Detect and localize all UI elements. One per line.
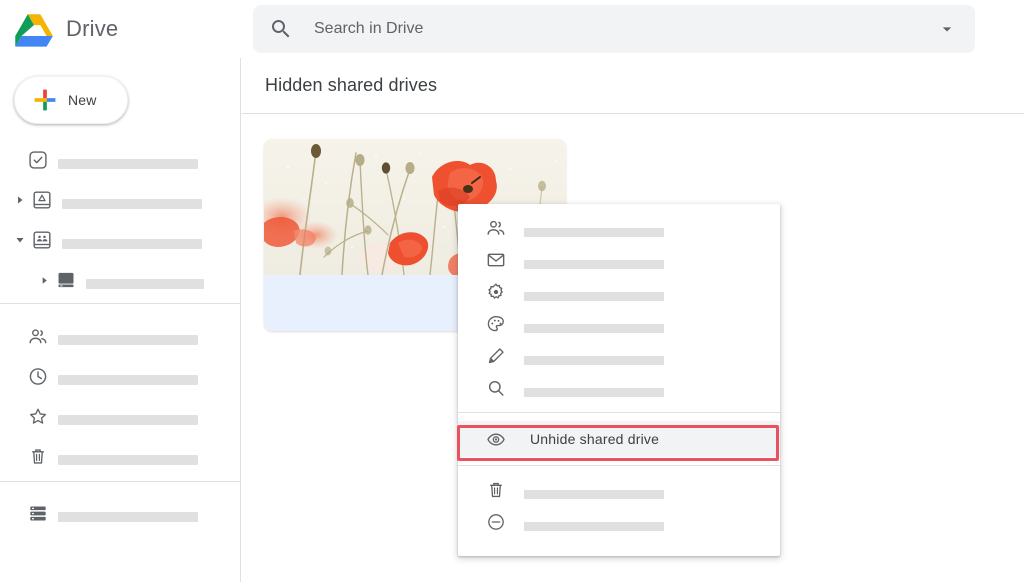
people-icon [28, 326, 48, 346]
trash-icon [486, 480, 506, 500]
eye-icon [486, 429, 506, 449]
context-menu-item-leave[interactable] [458, 506, 780, 538]
page-title: Hidden shared drives [265, 75, 438, 95]
chevron-right-icon[interactable] [32, 268, 56, 292]
storage-icon [28, 503, 48, 523]
sidebar-item-label [58, 415, 198, 425]
sidebar-item-label [62, 239, 202, 249]
remove-circle-icon [486, 512, 506, 532]
context-menu-item-email[interactable] [458, 244, 780, 276]
trash-icon [28, 446, 48, 466]
my-drive-icon [32, 190, 52, 210]
sidebar-item-my-drive[interactable] [0, 180, 241, 220]
context-menu-divider [458, 412, 780, 413]
sidebar-item-label [58, 512, 198, 522]
context-menu-item-label [524, 228, 664, 237]
shared-drives-icon [32, 230, 52, 250]
chevron-down-icon[interactable] [8, 228, 32, 252]
hard-drive-icon [56, 270, 76, 290]
search-input[interactable] [314, 14, 923, 44]
sidebar-item-label [58, 375, 198, 385]
sidebar-item-label [58, 159, 198, 169]
sidebar-item-shared-drives[interactable] [0, 220, 241, 260]
chevron-right-icon[interactable] [8, 188, 32, 212]
drive-app-window: Drive Search in Drive New Hidden shared … [0, 0, 1024, 582]
context-menu-item-unhide-shared-drive[interactable]: Unhide shared drive [458, 421, 780, 457]
settings-gear-icon [486, 282, 506, 302]
sidebar-item-starred[interactable] [0, 396, 241, 436]
sidebar-item-label [58, 335, 198, 345]
sidebar-item-label [62, 199, 202, 209]
context-menu-item-label [524, 388, 664, 397]
context-menu-item-rename[interactable] [458, 340, 780, 372]
context-menu-divider [458, 465, 780, 466]
check-circle-icon [28, 150, 48, 170]
context-menu-item-label [524, 260, 664, 269]
context-menu-item-manage-members[interactable] [458, 212, 780, 244]
plus-icon [32, 87, 58, 113]
context-menu-item-delete[interactable] [458, 474, 780, 506]
sidebar-group-views [0, 316, 241, 476]
sidebar-group-drives [0, 140, 241, 300]
sidebar-item-trash[interactable] [0, 436, 241, 476]
context-menu-item-label: Unhide shared drive [530, 431, 660, 447]
sidebar-item-label [86, 279, 204, 289]
star-icon [28, 406, 48, 426]
manage-members-icon [486, 218, 506, 238]
sidebar: New [0, 58, 241, 582]
context-menu-item-label [524, 522, 664, 531]
brand-name: Drive [66, 16, 119, 41]
sidebar-group-storage [0, 493, 241, 533]
clock-icon [28, 366, 48, 386]
google-drive-logo [14, 11, 54, 47]
sidebar-item-recent[interactable] [0, 356, 241, 396]
palette-icon [486, 314, 506, 334]
sidebar-item-priority[interactable] [0, 140, 241, 180]
context-menu-item-settings[interactable] [458, 276, 780, 308]
sidebar-item-label [58, 455, 198, 465]
brand[interactable]: Drive [14, 6, 234, 52]
page-header: Hidden shared drives [242, 58, 1024, 114]
sidebar-item-shared-with-me[interactable] [0, 316, 241, 356]
new-button[interactable]: New [14, 76, 128, 124]
context-menu-item-label [524, 356, 664, 365]
context-menu-item-label [524, 324, 664, 333]
search-icon [269, 17, 293, 41]
search-icon [486, 378, 506, 398]
pencil-icon [486, 346, 506, 366]
sidebar-divider [0, 303, 241, 304]
sidebar-item-hidden-drive[interactable] [0, 260, 241, 300]
context-menu-item-change-theme[interactable] [458, 308, 780, 340]
context-menu-item-label [524, 292, 664, 301]
context-menu: Unhide shared drive [458, 204, 780, 556]
chevron-down-icon[interactable] [923, 5, 971, 53]
sidebar-item-storage[interactable] [0, 493, 241, 533]
top-bar: Drive [0, 0, 1024, 58]
context-menu-item-label [524, 490, 664, 499]
context-menu-item-search[interactable] [458, 372, 780, 404]
search-bar[interactable] [253, 5, 975, 53]
sidebar-divider [0, 481, 241, 482]
new-button-label: New [68, 92, 97, 108]
email-icon [486, 250, 506, 270]
